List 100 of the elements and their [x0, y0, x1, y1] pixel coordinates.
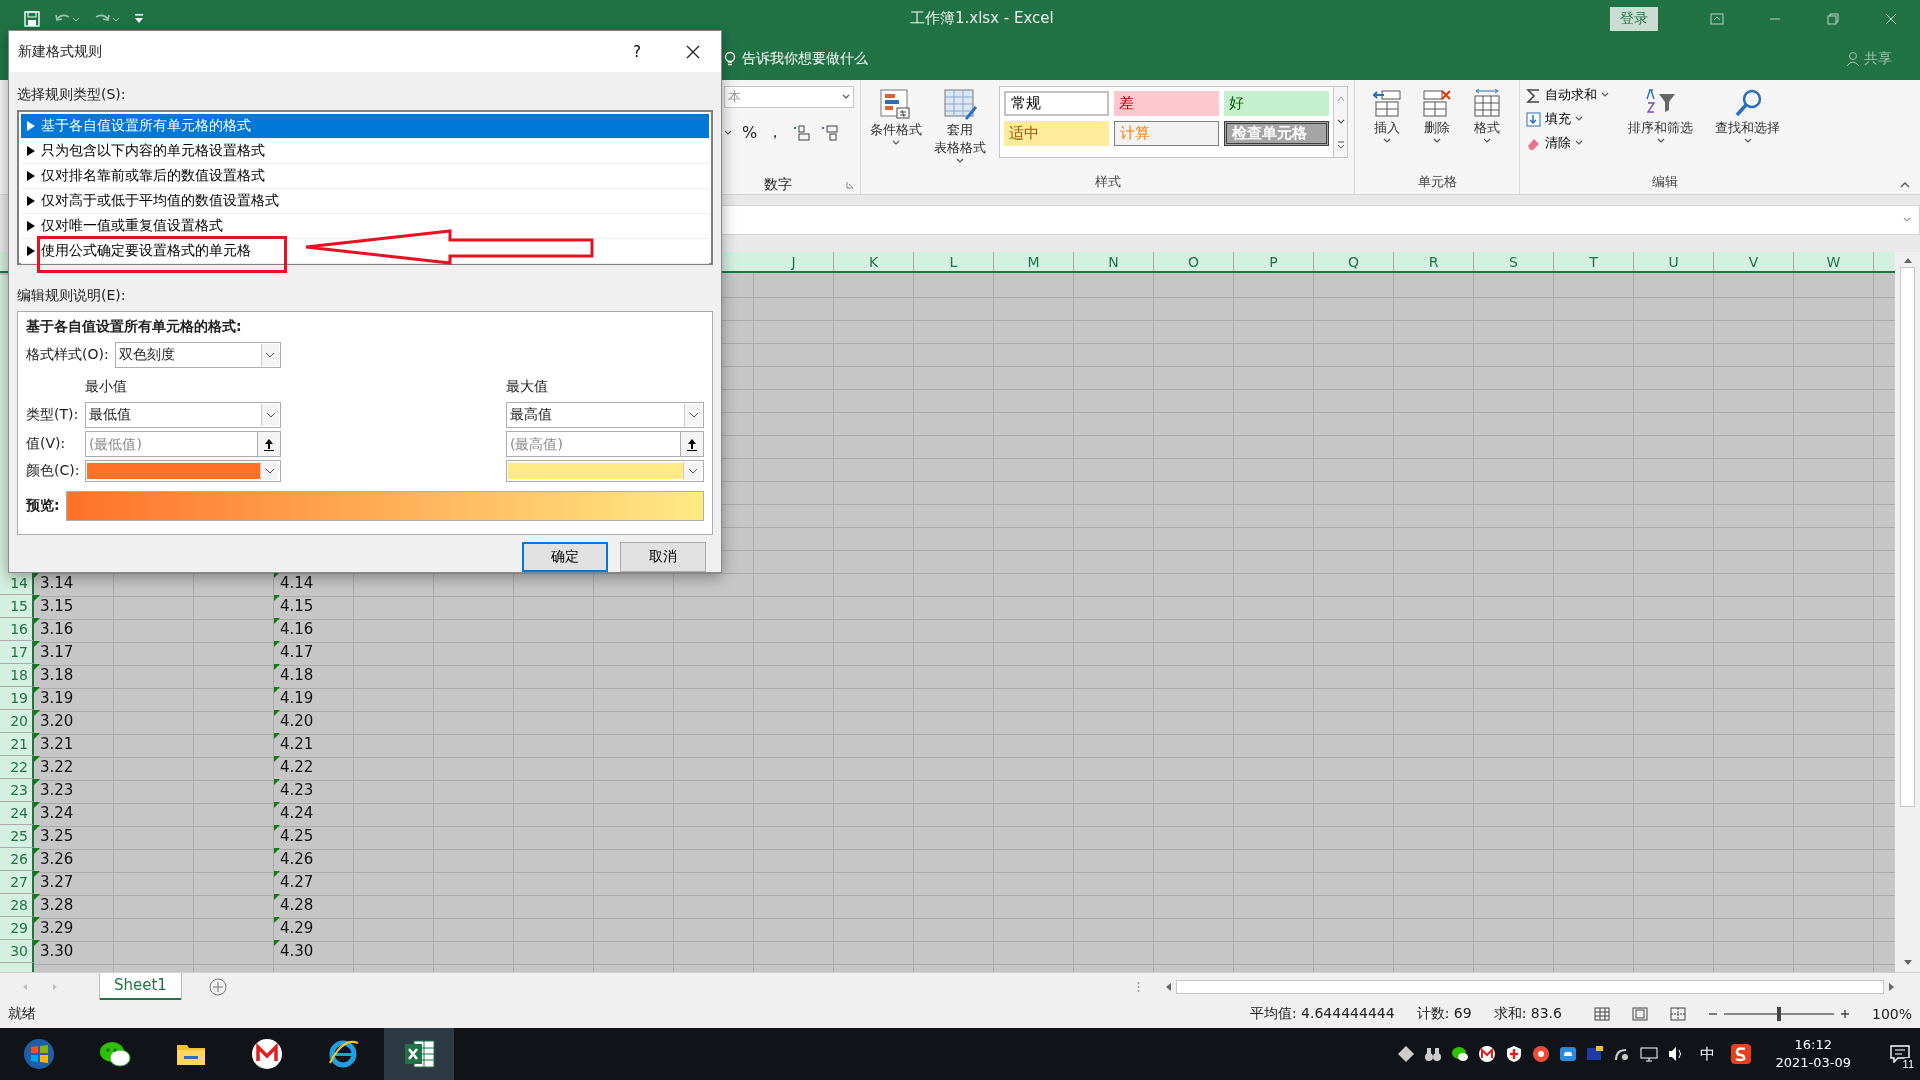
- add-sheet-icon[interactable]: [208, 977, 227, 996]
- spreadsheet-app-icon[interactable]: [402, 1037, 436, 1071]
- start-icon[interactable]: [22, 1037, 56, 1071]
- insert-cells-icon: [1372, 88, 1402, 118]
- cancel-button[interactable]: 取消: [620, 542, 706, 572]
- color-dropdown[interactable]: [85, 459, 281, 482]
- cell-style[interactable]: 好: [1224, 91, 1329, 116]
- conditional-formatting-button[interactable]: 条件格式: [867, 86, 925, 172]
- column-header[interactable]: L: [914, 252, 994, 271]
- type-dropdown[interactable]: 最低值: [85, 401, 281, 428]
- column-header[interactable]: W: [1794, 252, 1874, 271]
- mail-app-icon[interactable]: [250, 1037, 284, 1071]
- column-header[interactable]: R: [1394, 252, 1474, 271]
- ribbon-button[interactable]: 排序和筛选: [1625, 86, 1696, 172]
- column-header[interactable]: M: [994, 252, 1074, 271]
- error-indicator-icon: [34, 848, 40, 854]
- column-header[interactable]: P: [1234, 252, 1314, 271]
- scroll-down-icon[interactable]: [1336, 119, 1345, 125]
- column-header[interactable]: N: [1074, 252, 1154, 271]
- field-label: 选择规则类型(S):: [17, 86, 127, 104]
- save-icon[interactable]: [24, 10, 40, 27]
- ribbon-button[interactable]: 清除: [1526, 134, 1609, 152]
- cell-style[interactable]: 差: [1114, 91, 1219, 116]
- format-as-table-button[interactable]: 套用 表格格式: [931, 86, 989, 172]
- column-header[interactable]: T: [1554, 252, 1634, 271]
- column-header[interactable]: J: [754, 252, 834, 271]
- cell-value: 3.22: [40, 757, 74, 777]
- cloud-icon[interactable]: [1559, 1045, 1578, 1063]
- column-header[interactable]: K: [834, 252, 914, 271]
- cell-style[interactable]: 适中: [1004, 121, 1109, 146]
- caret-icon[interactable]: [724, 129, 732, 136]
- collapse-ribbon-icon[interactable]: [1900, 181, 1910, 188]
- help-button[interactable]: ?: [609, 41, 665, 62]
- column-header[interactable]: U: [1634, 252, 1714, 271]
- list-item[interactable]: 基于各自值设置所有单元格的格式: [21, 114, 709, 139]
- chat-bubbles-icon[interactable]: [1451, 1045, 1470, 1063]
- group-label: 样式: [1094, 174, 1121, 189]
- ribbon-button[interactable]: 删除: [1419, 86, 1455, 172]
- page-layout-icon[interactable]: [1631, 1007, 1648, 1021]
- customize-icon[interactable]: [134, 12, 144, 25]
- decrease-decimal-icon[interactable]: [821, 124, 840, 141]
- vertical-scrollbar[interactable]: [1895, 252, 1920, 972]
- scroll-left-icon[interactable]: [1165, 981, 1172, 992]
- mail-app-icon[interactable]: [1478, 1045, 1497, 1063]
- column-header[interactable]: O: [1154, 252, 1234, 271]
- scrollbar-thumb[interactable]: [1900, 267, 1915, 807]
- sign-in-button[interactable]: 登录: [1610, 6, 1658, 31]
- keyboard-icon[interactable]: [1586, 1045, 1605, 1063]
- column-header[interactable]: S: [1474, 252, 1554, 271]
- ribbon-button[interactable]: 自动求和: [1526, 86, 1609, 104]
- share-button[interactable]: 共享: [1840, 48, 1898, 69]
- ribbon-button[interactable]: 插入: [1369, 86, 1405, 172]
- increase-decimal-icon[interactable]: [793, 124, 812, 141]
- cell-value: 3.18: [40, 665, 74, 685]
- dialog-launcher-icon[interactable]: [846, 181, 854, 189]
- scroll-up-icon[interactable]: [1902, 257, 1913, 264]
- ribbon-button[interactable]: 查找和选择: [1712, 86, 1783, 172]
- system-clock[interactable]: 16:12 2021-03-09: [1769, 1035, 1857, 1073]
- shield-icon[interactable]: [1505, 1045, 1524, 1063]
- restore-icon[interactable]: [1827, 12, 1839, 25]
- tell-me-search[interactable]: 告诉我你想要做什么: [718, 48, 874, 69]
- ribbon-button[interactable]: 填充: [1526, 110, 1609, 128]
- scroll-right-icon[interactable]: [1888, 981, 1895, 992]
- more-icon[interactable]: [1336, 141, 1345, 150]
- gallery-scrollbar[interactable]: [1334, 86, 1348, 158]
- value-field[interactable]: (最高值): [506, 430, 680, 457]
- format-style-dropdown[interactable]: 双色刻度: [114, 342, 281, 368]
- color-dropdown[interactable]: [506, 459, 704, 482]
- range-select-button[interactable]: [680, 430, 704, 457]
- range-select-button[interactable]: [257, 430, 281, 457]
- normal-view-icon[interactable]: [1593, 1007, 1610, 1021]
- number-format-dropdown[interactable]: 本: [724, 86, 854, 108]
- ok-button[interactable]: 确定: [522, 542, 608, 572]
- g-circle-icon[interactable]: [1532, 1045, 1551, 1063]
- zoom-in-icon[interactable]: [1839, 1009, 1850, 1019]
- column-header[interactable]: V: [1714, 252, 1794, 271]
- cell-style[interactable]: 常规: [1004, 91, 1109, 116]
- close-icon[interactable]: [686, 44, 700, 59]
- scroll-down-icon[interactable]: [1902, 959, 1913, 966]
- value-field[interactable]: (最低值): [85, 430, 257, 457]
- sheet-tab[interactable]: Sheet1: [100, 972, 181, 1001]
- network-icon[interactable]: [1640, 1045, 1659, 1063]
- ribbon-button[interactable]: 格式: [1469, 86, 1505, 172]
- comma-style-button[interactable]: ，: [767, 122, 784, 143]
- sogou-icon[interactable]: [1730, 1043, 1753, 1065]
- expand-arrow-icon: [27, 246, 35, 256]
- zoom-level[interactable]: 100%: [1871, 1006, 1912, 1022]
- diamond-icon[interactable]: [1397, 1045, 1416, 1063]
- percent-style-button[interactable]: %: [742, 123, 758, 142]
- page-break-icon[interactable]: [1669, 1007, 1686, 1021]
- slider-thumb[interactable]: [1776, 1007, 1781, 1021]
- taskbar-button[interactable]: [384, 1028, 454, 1080]
- status-text: 就绪: [8, 1005, 36, 1023]
- group-label: 数字: [764, 176, 792, 194]
- input-method-indicator[interactable]: 中: [1694, 1043, 1722, 1065]
- ribbon-display-icon[interactable]: [1710, 12, 1724, 25]
- column-header[interactable]: Q: [1314, 252, 1394, 271]
- binoculars-icon[interactable]: [1424, 1045, 1443, 1063]
- scrollbar-thumb[interactable]: [1176, 979, 1884, 994]
- type-dropdown[interactable]: 最高值: [506, 401, 704, 428]
